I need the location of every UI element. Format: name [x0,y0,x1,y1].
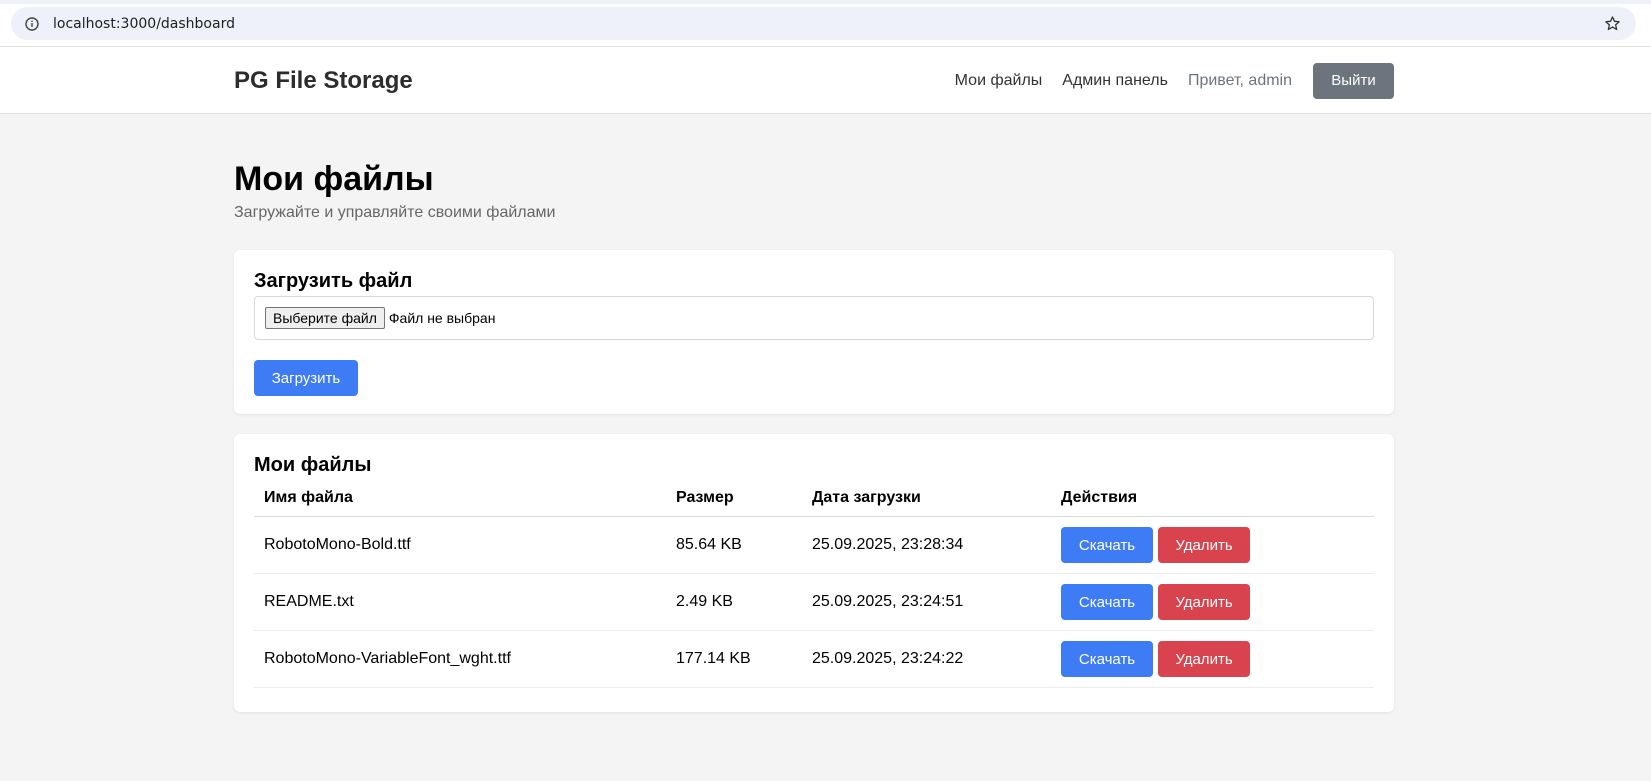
logout-button[interactable]: Выйти [1313,62,1394,99]
delete-button[interactable]: Удалить [1158,527,1250,563]
file-size-cell: 2.49 KB [666,573,802,631]
files-card: Мои файлы Имя файла Размер Дата загрузки… [234,434,1394,712]
file-input[interactable]: Выберите файл Файл не выбран [254,296,1374,340]
download-button[interactable]: Скачать [1061,641,1153,677]
download-button[interactable]: Скачать [1061,527,1153,563]
file-name-cell: RobotoMono-Bold.ttf [254,516,666,574]
table-row: RobotoMono-Bold.ttf 85.64 KB 25.09.2025,… [254,516,1374,574]
column-header-date: Дата загрузки [802,481,1051,517]
delete-button[interactable]: Удалить [1158,641,1250,677]
browser-toolbar: localhost:3000/dashboard [0,0,1651,47]
file-date-cell: 25.09.2025, 23:24:22 [802,630,1051,688]
upload-card: Загрузить файл Выберите файл Файл не выб… [234,250,1394,414]
file-date-cell: 25.09.2025, 23:28:34 [802,516,1051,574]
file-size-cell: 177.14 KB [666,630,802,688]
file-name-cell: RobotoMono-VariableFont_wght.ttf [254,630,666,688]
url-text[interactable]: localhost:3000/dashboard [53,16,235,32]
files-table: Имя файла Размер Дата загрузки Действия … [254,481,1374,688]
nav-link-admin-panel[interactable]: Админ панель [1062,72,1168,90]
column-header-size: Размер [666,481,802,517]
address-bar[interactable]: localhost:3000/dashboard [11,7,1636,40]
file-size-cell: 85.64 KB [666,516,802,574]
table-row: README.txt 2.49 KB 25.09.2025, 23:24:51 … [254,573,1374,631]
column-header-name: Имя файла [254,481,666,517]
file-actions-cell: Скачать Удалить [1051,573,1374,631]
table-row: RobotoMono-VariableFont_wght.ttf 177.14 … [254,630,1374,688]
files-card-title: Мои файлы [254,454,372,476]
upload-button[interactable]: Загрузить [254,360,358,396]
app-navbar: PG File Storage Мои файлы Админ панель П… [0,47,1651,114]
delete-button[interactable]: Удалить [1158,584,1250,620]
nav-link-my-files[interactable]: Мои файлы [955,72,1043,90]
page-title: Мои файлы [234,160,434,198]
upload-card-title: Загрузить файл [254,270,413,292]
file-actions-cell: Скачать Удалить [1051,630,1374,688]
file-actions-cell: Скачать Удалить [1051,516,1374,574]
choose-file-button[interactable]: Выберите файл [265,307,385,329]
user-greeting: Привет, admin [1187,71,1292,89]
column-header-actions: Действия [1051,481,1374,517]
file-name-cell: README.txt [254,573,666,631]
file-status-text: Файл не выбран [388,310,496,326]
bookmark-star-icon[interactable] [1602,14,1622,34]
brand-logo-text[interactable]: PG File Storage [234,67,413,95]
file-date-cell: 25.09.2025, 23:24:51 [802,573,1051,631]
page-subtitle: Загружайте и управляйте своими файлами [234,204,556,221]
main-content: Мои файлы Загружайте и управляйте своими… [234,160,1394,712]
browser-tabstrip [0,0,1651,4]
nav-menu: Мои файлы Админ панель Привет, admin Вый… [935,62,1394,99]
site-info-icon[interactable] [24,16,40,32]
table-header-row: Имя файла Размер Дата загрузки Действия [254,481,1374,517]
download-button[interactable]: Скачать [1061,584,1153,620]
